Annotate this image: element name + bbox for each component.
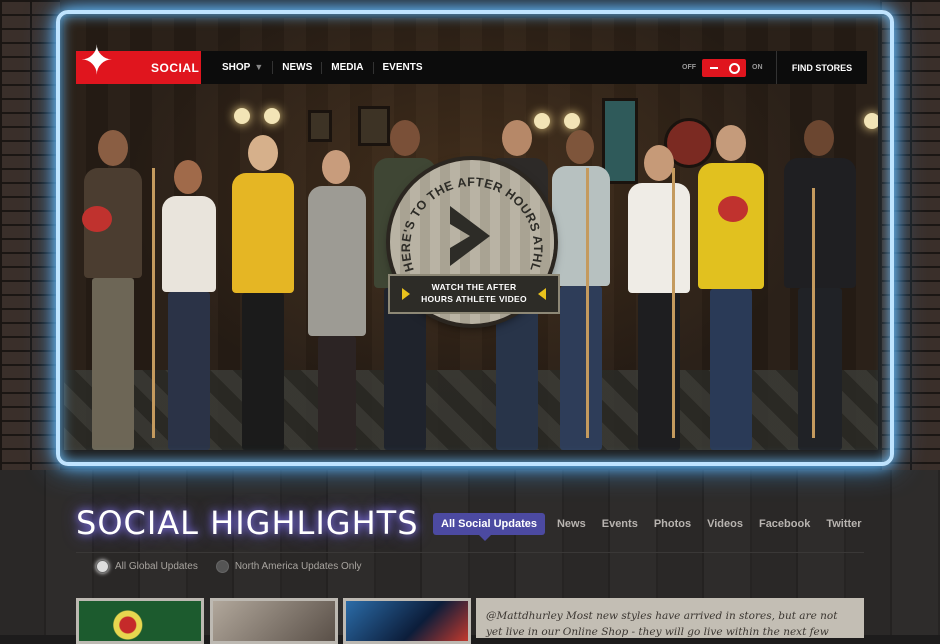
circle-icon (729, 62, 740, 74)
tab-events[interactable]: Events (602, 518, 638, 530)
ping-pong-paddle (82, 206, 112, 232)
radio-label: North America Updates Only (234, 561, 362, 572)
tab-all-social-updates[interactable]: All Social Updates (433, 513, 545, 541)
find-stores-link[interactable]: FIND STORES (776, 51, 867, 84)
person (304, 150, 370, 450)
nav-events[interactable]: EVENTS (374, 62, 432, 74)
person (624, 145, 694, 450)
cta-line-1: WATCH THE AFTER (431, 282, 517, 292)
section-heading: SOCIAL HIGHLIGHTS (76, 504, 419, 542)
ping-pong-paddle (718, 196, 748, 222)
pool-cue (152, 168, 155, 438)
radio-dot-icon (215, 560, 229, 573)
tab-twitter[interactable]: Twitter (826, 518, 861, 530)
top-navbar: ✦ SOCIAL SHOP ▼ NEWS MEDIA EVENTS OFF ON … (76, 41, 867, 84)
minus-icon (710, 66, 718, 69)
nav-shop[interactable]: SHOP ▼ (213, 61, 274, 74)
puma-social-logo[interactable]: ✦ SOCIAL (76, 41, 201, 84)
person (156, 160, 222, 450)
cta-line-2: HOURS ATHLETE VIDEO (421, 294, 527, 304)
tab-photos[interactable]: Photos (654, 518, 691, 530)
chevron-down-icon: ▼ (254, 62, 264, 72)
arrow-left-icon (538, 288, 546, 300)
toggle-on-label: ON (752, 64, 763, 71)
pool-cue (672, 168, 675, 438)
person (780, 120, 860, 450)
pool-cue (812, 188, 815, 438)
nav-news[interactable]: NEWS (273, 61, 323, 74)
divider (76, 552, 864, 553)
tab-facebook[interactable]: Facebook (759, 518, 810, 530)
person (228, 135, 298, 450)
tab-news[interactable]: News (557, 518, 586, 530)
radio-label: All Global Updates (115, 561, 198, 572)
person (694, 125, 768, 450)
region-filter: All Global Updates North America Updates… (96, 560, 380, 573)
logo-label: SOCIAL (151, 61, 200, 75)
radio-dot-icon (96, 560, 109, 573)
pool-cue (586, 168, 589, 438)
thumbnail-pool-balls[interactable] (76, 598, 204, 644)
wall-picture (308, 110, 332, 142)
wall-lamp (234, 108, 250, 124)
radio-north-america-updates[interactable]: North America Updates Only (215, 560, 362, 573)
top-wall (0, 0, 940, 14)
on-off-toggle-group: OFF ON (682, 51, 763, 84)
toggle-off-label: OFF (682, 64, 696, 71)
wall-lamp (864, 113, 878, 129)
after-hours-athlete-badge[interactable]: HERE'S TO THE AFTER HOURS ATHLETE WATCH … (388, 160, 560, 324)
thumbnail-photo[interactable] (210, 598, 338, 644)
on-off-switch[interactable] (702, 58, 746, 77)
brick-wall-right (880, 0, 940, 470)
wall-lamp (264, 108, 280, 124)
person (78, 130, 148, 450)
radio-all-global-updates[interactable]: All Global Updates (96, 560, 198, 573)
tab-videos[interactable]: Videos (707, 518, 743, 530)
brick-wall-left (0, 0, 60, 470)
tweet-card[interactable]: @Mattdhurley Most new styles have arrive… (476, 598, 864, 638)
nav-media[interactable]: MEDIA (322, 61, 374, 74)
watch-video-ribbon[interactable]: WATCH THE AFTER HOURS ATHLETE VIDEO (388, 274, 560, 314)
thumbnail-event[interactable] (343, 598, 471, 644)
puma-cat-icon: ✦ (80, 39, 114, 83)
nav-links: SHOP ▼ NEWS MEDIA EVENTS (213, 51, 432, 84)
highlight-tabs: All Social Updates News Events Photos Vi… (433, 513, 878, 541)
wall-lamp (564, 113, 580, 129)
